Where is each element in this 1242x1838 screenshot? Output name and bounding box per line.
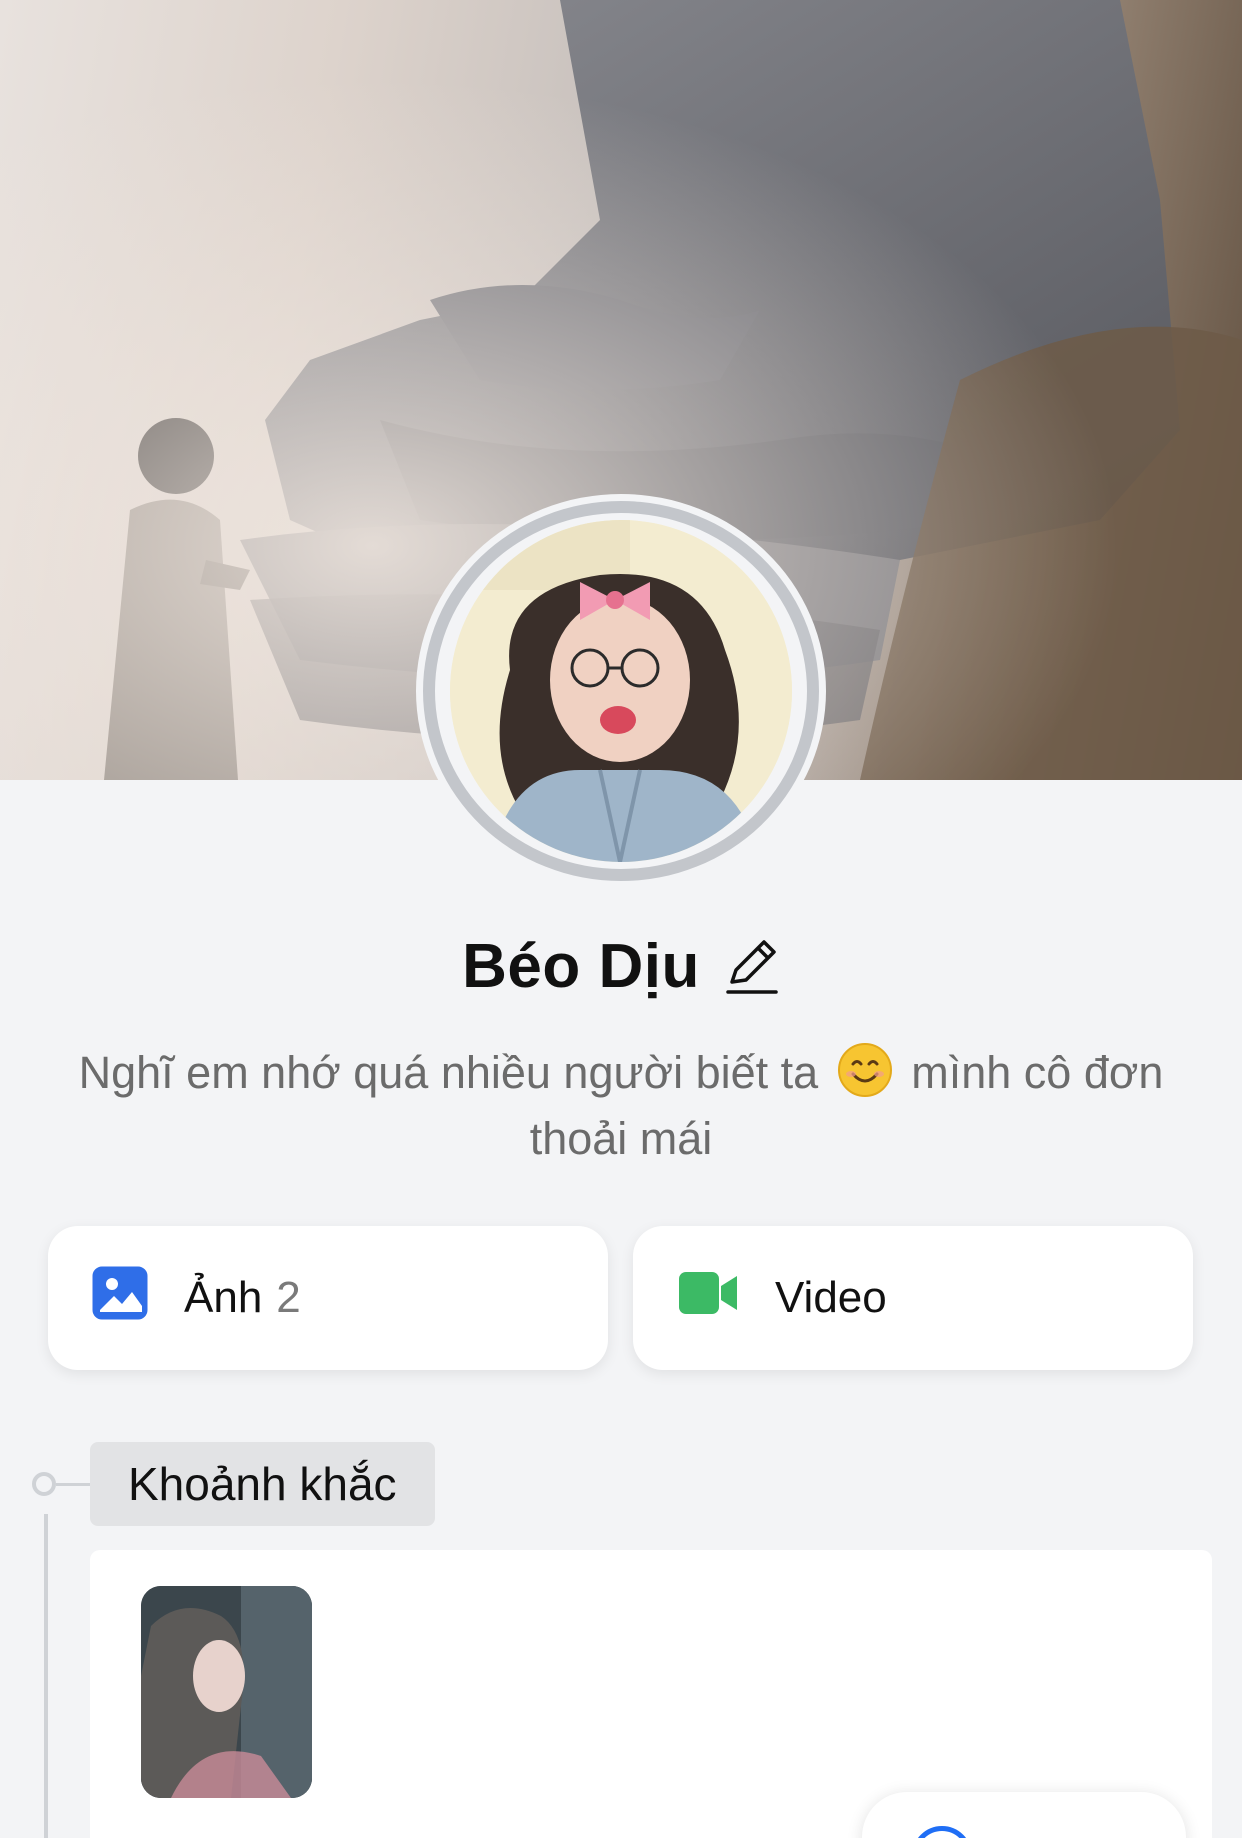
avatar-image	[450, 520, 792, 862]
avatar[interactable]	[450, 520, 792, 862]
image-icon	[92, 1266, 148, 1331]
name-row: Béo Dịu	[0, 926, 1242, 1006]
timeline-dot	[32, 1472, 56, 1496]
timeline-connector	[56, 1483, 92, 1486]
smiling-face-emoji-icon	[837, 1042, 893, 1098]
floating-action-button[interactable]	[862, 1792, 1186, 1838]
timeline-line	[44, 1514, 48, 1838]
photos-button[interactable]: Ảnh 2	[48, 1226, 608, 1370]
moment-thumbnail[interactable]	[141, 1586, 312, 1798]
profile-page: Béo Dịu Nghĩ em nhớ quá nhiều người biết…	[0, 0, 1242, 1838]
moments-section-label: Khoảnh khắc	[90, 1442, 435, 1526]
video-button[interactable]: Video	[633, 1226, 1193, 1370]
photos-label-group: Ảnh 2	[184, 1273, 301, 1323]
avatar-border	[423, 501, 819, 881]
profile-bio: Nghĩ em nhớ quá nhiều người biết ta mình…	[40, 1040, 1202, 1172]
photos-label: Ảnh	[184, 1273, 263, 1322]
pencil-icon[interactable]	[724, 934, 780, 998]
photos-count: 2	[276, 1273, 301, 1322]
video-camera-icon	[677, 1268, 739, 1329]
circle-icon	[912, 1826, 972, 1838]
avatar-frame[interactable]	[416, 494, 826, 888]
video-label: Video	[775, 1273, 887, 1322]
bio-text-start: Nghĩ em nhớ quá nhiều người biết ta	[78, 1047, 819, 1098]
profile-name: Béo Dịu	[462, 931, 700, 1001]
